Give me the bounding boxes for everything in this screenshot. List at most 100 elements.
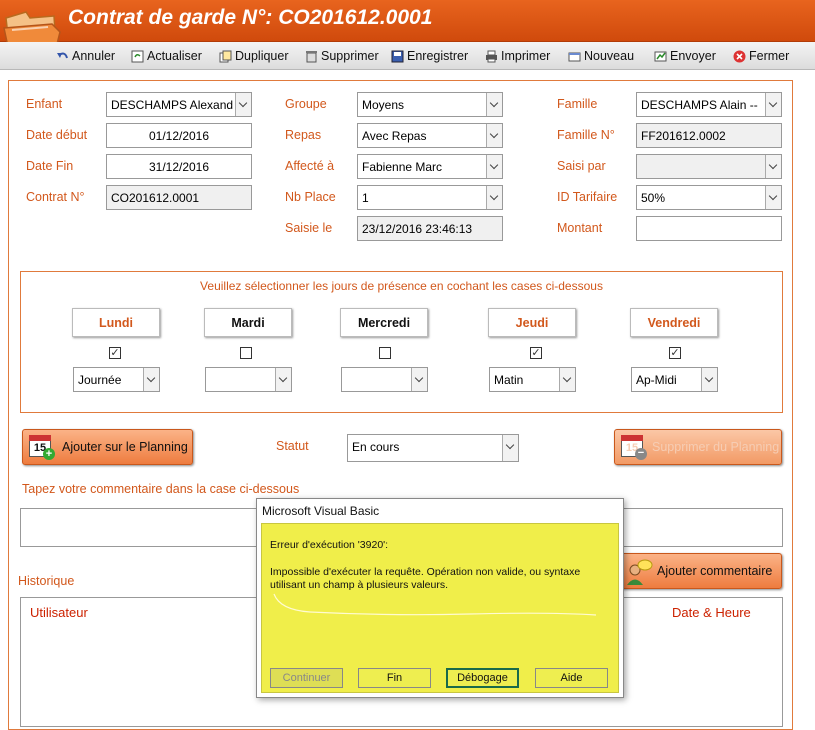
- statut-combo[interactable]: En cours: [347, 434, 519, 462]
- chevron-down-icon[interactable]: [486, 186, 502, 209]
- enfant-combo[interactable]: DESCHAMPS Alexand: [106, 92, 252, 117]
- saisie-le-field[interactable]: 23/12/2016 23:46:13: [357, 216, 503, 241]
- dupliquer-button[interactable]: Dupliquer: [219, 47, 289, 65]
- dialog-end-button[interactable]: Fin: [358, 668, 431, 688]
- date-fin-label: Date Fin: [26, 159, 74, 173]
- day-period-vendredi[interactable]: Ap-Midi: [631, 367, 718, 392]
- imprimer-label: Imprimer: [501, 49, 551, 63]
- duplicate-icon: [219, 50, 232, 63]
- add-comment-button[interactable]: Ajouter commentaire: [620, 553, 782, 589]
- day-period-mardi[interactable]: [205, 367, 292, 392]
- save-icon: [391, 50, 404, 63]
- chevron-down-icon[interactable]: [765, 186, 781, 209]
- day-period-lundi[interactable]: Journée: [73, 367, 160, 392]
- day-checkbox-vendredi[interactable]: ✓: [669, 347, 681, 359]
- history-col-user: Utilisateur: [30, 605, 88, 620]
- chevron-down-icon[interactable]: [143, 368, 159, 391]
- add-comment-label: Ajouter commentaire: [657, 564, 773, 578]
- chevron-down-icon[interactable]: [411, 368, 427, 391]
- history-title: Historique: [18, 574, 75, 588]
- tarifaire-combo[interactable]: 50%: [636, 185, 782, 210]
- fermer-button[interactable]: Fermer: [733, 47, 789, 65]
- user-comment-icon: [625, 558, 653, 586]
- montant-field[interactable]: [636, 216, 782, 241]
- dialog-scribble: [270, 590, 600, 616]
- day-checkbox-mardi[interactable]: [240, 347, 252, 359]
- supprimer-label: Supprimer: [321, 49, 379, 63]
- nbplace-value: 1: [362, 191, 369, 205]
- day-period-jeudi[interactable]: Matin: [489, 367, 576, 392]
- envoyer-button[interactable]: Envoyer: [654, 47, 716, 65]
- dialog-message: Impossible d'exécuter la requête. Opérat…: [270, 566, 581, 591]
- actualiser-button[interactable]: Actualiser: [131, 47, 202, 65]
- groupe-combo[interactable]: Moyens: [357, 92, 503, 117]
- remove-planning-button[interactable]: 15 − Supprimer du Planning: [614, 429, 782, 465]
- chevron-down-icon[interactable]: [486, 155, 502, 178]
- contrat-field[interactable]: CO201612.0001: [106, 185, 252, 210]
- plus-icon: +: [43, 448, 55, 460]
- days-instruction: Veuillez sélectionner les jours de prése…: [200, 279, 603, 293]
- annuler-button[interactable]: Annuler: [56, 47, 115, 65]
- chevron-down-icon[interactable]: [765, 93, 781, 116]
- chevron-down-icon[interactable]: [559, 368, 575, 391]
- day-period-mercredi[interactable]: [341, 367, 428, 392]
- annuler-label: Annuler: [72, 49, 116, 63]
- contrat-label: Contrat N°: [26, 190, 85, 204]
- day-button-jeudi[interactable]: Jeudi: [488, 308, 576, 337]
- dialog-debug-button[interactable]: Débogage: [446, 668, 519, 688]
- repas-value: Avec Repas: [362, 129, 427, 143]
- tarifaire-value: 50%: [641, 191, 666, 205]
- day-checkbox-lundi[interactable]: ✓: [109, 347, 121, 359]
- famille-combo[interactable]: DESCHAMPS Alain --: [636, 92, 782, 117]
- nouveau-button[interactable]: Nouveau: [568, 47, 634, 65]
- close-icon: [733, 50, 746, 63]
- comment-instruction: Tapez votre commentaire dans la case ci-…: [22, 482, 300, 496]
- day-button-lundi[interactable]: Lundi: [72, 308, 160, 337]
- delete-icon: [305, 50, 318, 63]
- repas-combo[interactable]: Avec Repas: [357, 123, 503, 148]
- imprimer-button[interactable]: Imprimer: [485, 47, 550, 65]
- saisie-le-label: Saisie le: [285, 221, 333, 235]
- fermer-label: Fermer: [749, 49, 790, 63]
- affecte-combo[interactable]: Fabienne Marc: [357, 154, 503, 179]
- dialog-help-button[interactable]: Aide: [535, 668, 608, 688]
- day-period-value: Ap-Midi: [636, 373, 677, 387]
- envoyer-label: Envoyer: [670, 49, 716, 63]
- refresh-icon: [131, 50, 144, 63]
- add-planning-label: Ajouter sur le Planning: [62, 440, 188, 454]
- undo-icon: [56, 50, 69, 63]
- enregistrer-button[interactable]: Enregistrer: [391, 47, 468, 65]
- nbplace-combo[interactable]: 1: [357, 185, 503, 210]
- add-planning-button[interactable]: 15 + Ajouter sur le Planning: [22, 429, 193, 465]
- chevron-down-icon[interactable]: [235, 93, 251, 116]
- day-checkbox-mercredi[interactable]: [379, 347, 391, 359]
- affecte-label: Affecté à: [285, 159, 335, 173]
- enfant-label: Enfant: [26, 97, 63, 111]
- day-button-vendredi[interactable]: Vendredi: [630, 308, 718, 337]
- print-icon: [485, 50, 498, 63]
- repas-label: Repas: [285, 128, 322, 142]
- dialog-continue-button[interactable]: Continuer: [270, 668, 343, 688]
- tarifaire-label: ID Tarifaire: [557, 190, 618, 204]
- date-fin-field[interactable]: 31/12/2016: [106, 154, 252, 179]
- chevron-down-icon[interactable]: [275, 368, 291, 391]
- new-icon: [568, 50, 581, 63]
- famille-no-field[interactable]: FF201612.0002: [636, 123, 782, 148]
- supprimer-button[interactable]: Supprimer: [305, 47, 379, 65]
- dialog-error-title: Erreur d'exécution '3920':: [270, 539, 389, 551]
- chevron-down-icon[interactable]: [701, 368, 717, 391]
- date-debut-field[interactable]: 01/12/2016: [106, 123, 252, 148]
- statut-value: En cours: [352, 440, 400, 454]
- chevron-down-icon[interactable]: [486, 124, 502, 147]
- chevron-down-icon[interactable]: [765, 155, 781, 178]
- saisi-par-combo[interactable]: [636, 154, 782, 179]
- dialog-title: Microsoft Visual Basic: [262, 504, 380, 518]
- chevron-down-icon[interactable]: [502, 435, 518, 461]
- day-button-mercredi[interactable]: Mercredi: [340, 308, 428, 337]
- day-checkbox-jeudi[interactable]: ✓: [530, 347, 542, 359]
- montant-label: Montant: [557, 221, 603, 235]
- chevron-down-icon[interactable]: [486, 93, 502, 116]
- day-button-mardi[interactable]: Mardi: [204, 308, 292, 337]
- dupliquer-label: Dupliquer: [235, 49, 289, 63]
- actualiser-label: Actualiser: [147, 49, 202, 63]
